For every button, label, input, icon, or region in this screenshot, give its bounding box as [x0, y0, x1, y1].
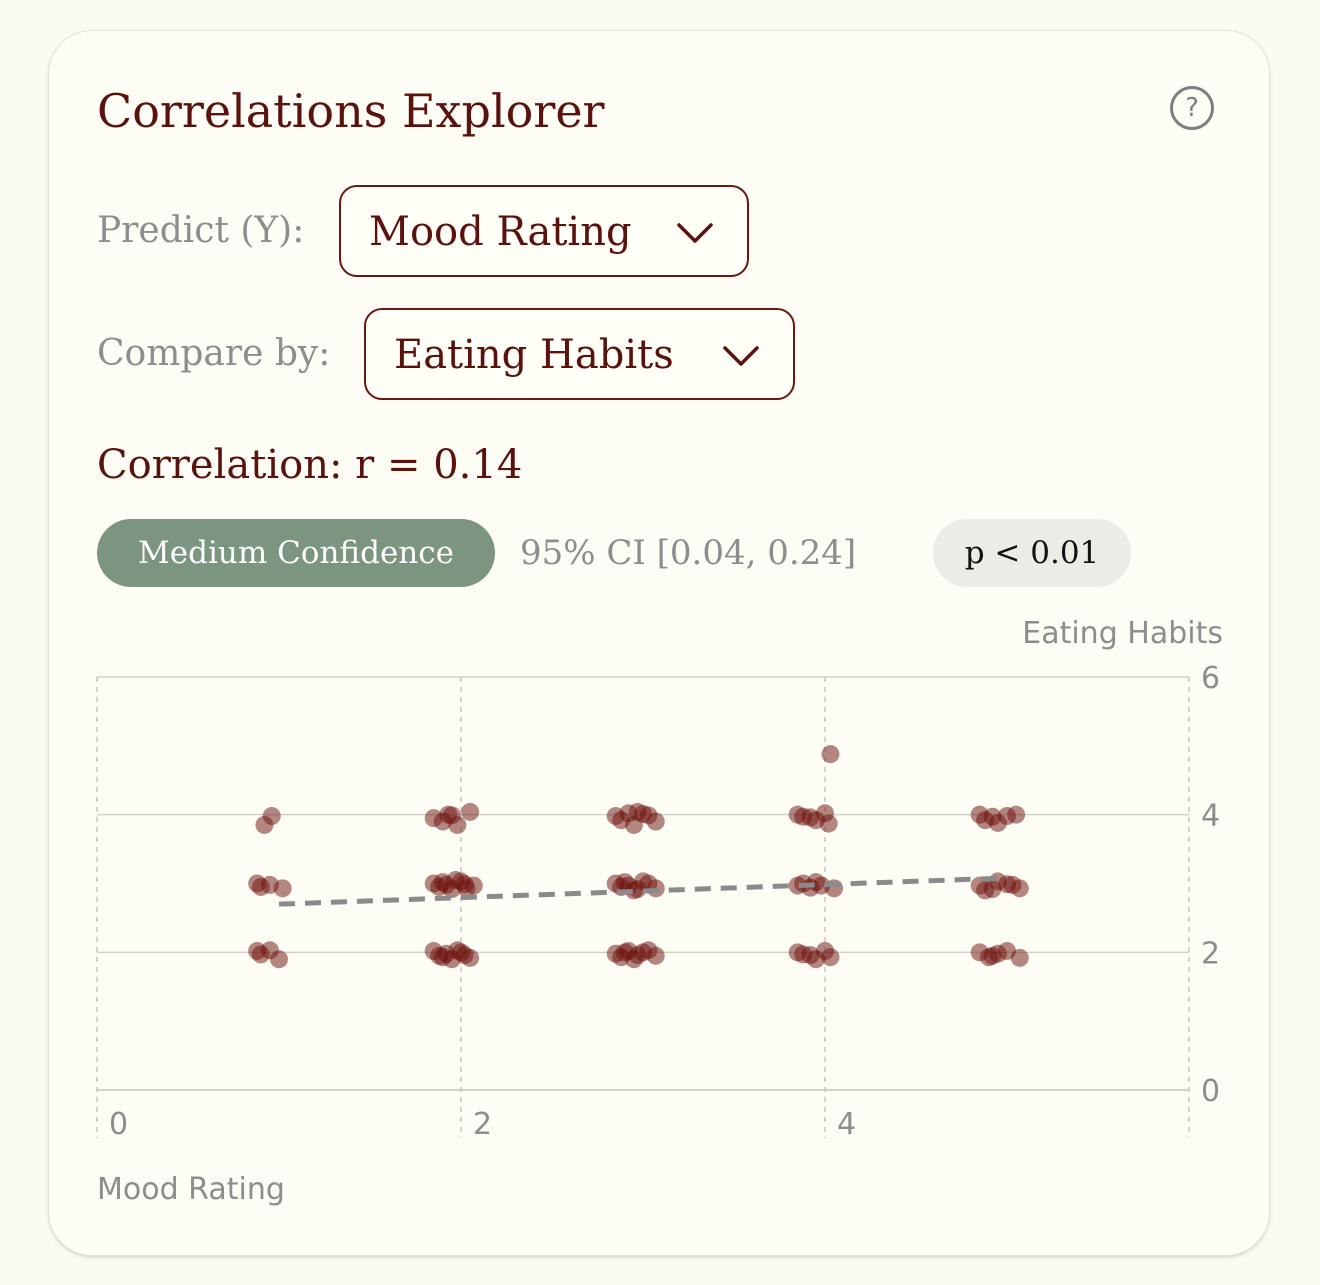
scatter-point: [251, 945, 270, 964]
scatter-point: [433, 873, 452, 892]
scatter-point: [615, 873, 634, 892]
scatter-point: [806, 873, 825, 892]
correlations-card: Correlations Explorer ? Predict (Y): Moo…: [48, 30, 1270, 1256]
x-tick-label: 2: [473, 1107, 492, 1142]
scatter-point: [433, 948, 452, 967]
scatter-point: [1003, 875, 1022, 894]
scatter-point: [270, 950, 288, 969]
x-tick-label: 0: [109, 1107, 128, 1142]
scatter-point: [1007, 805, 1026, 824]
y-axis-label: Eating Habits: [1022, 616, 1223, 651]
scatter-point: [976, 881, 995, 900]
y-tick-label: 6: [1201, 661, 1220, 696]
scatter-point: [821, 745, 840, 764]
y-tick-label: 4: [1201, 799, 1220, 834]
scatter-point: [794, 945, 813, 964]
scatter-point: [1010, 948, 1029, 967]
scatter-point: [251, 877, 270, 896]
x-axis-label: Mood Rating: [97, 1172, 285, 1207]
scatter-point: [439, 805, 458, 824]
scatter-point: [979, 948, 998, 967]
scatter-point: [612, 811, 631, 830]
scatter-chart: 0 2 4 6 0 2 4 Eating Habits Mood Rating: [96, 616, 1223, 1207]
scatter-point: [455, 946, 474, 965]
scatter-point: [628, 802, 647, 821]
scatter-point: [255, 815, 274, 834]
scatter-point: [976, 811, 995, 830]
scatter-point: [455, 875, 474, 894]
x-tick-label: 4: [837, 1107, 856, 1142]
y-tick-label: 0: [1201, 1074, 1220, 1109]
scatter-point: [273, 879, 292, 898]
scatter-point: [794, 807, 813, 826]
scatter-point: [615, 943, 634, 962]
y-tick-label: 2: [1201, 936, 1220, 971]
scatter-point: [461, 802, 480, 821]
